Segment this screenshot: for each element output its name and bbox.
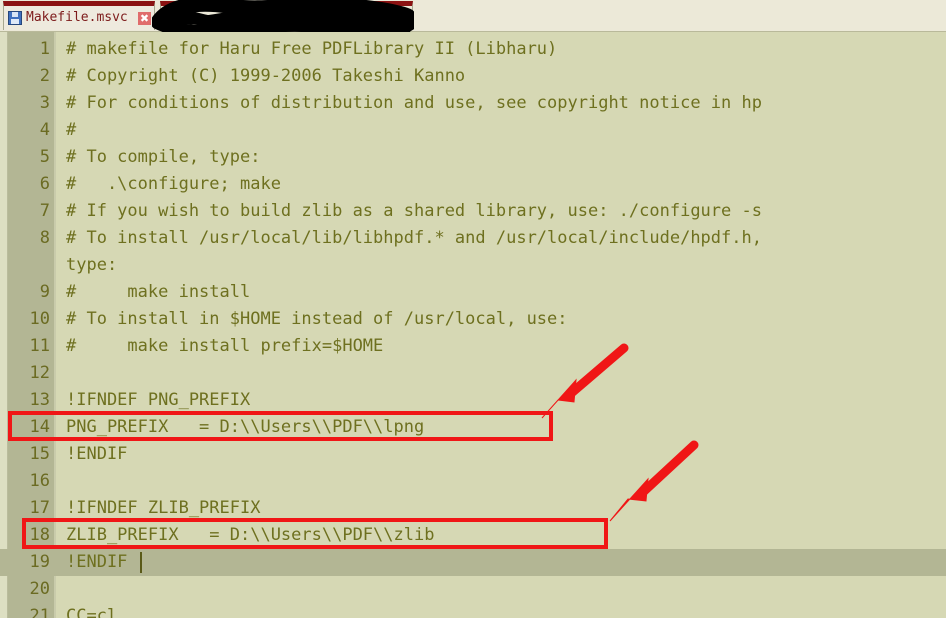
save-floppy-icon	[165, 11, 179, 25]
code-line-row[interactable]: 10 # To install in $HOME instead of /usr…	[0, 306, 946, 333]
code-line-row[interactable]: 9 # make install	[0, 279, 946, 306]
code-line-row[interactable]: 7 # If you wish to build zlib as a share…	[0, 198, 946, 225]
code-text: !ENDIF	[66, 552, 128, 572]
editor-pane[interactable]: 1 # makefile for Haru Free PDFLibrary II…	[0, 32, 946, 618]
code-text: # make install prefix=$HOME	[66, 336, 384, 356]
code-text: ZLIB_PREFIX = D:\\Users\\PDF\\zlib	[66, 525, 435, 545]
code-text: # Copyright (C) 1999-2006 Takeshi Kanno	[66, 66, 466, 86]
line-number: 18	[29, 525, 50, 545]
line-number: 13	[29, 390, 50, 410]
code-line-row[interactable]: 17 !IFNDEF ZLIB_PREFIX	[0, 495, 946, 522]
code-text: PNG_PREFIX = D:\\Users\\PDF\\lpng	[66, 417, 425, 437]
code-text: !IFNDEF PNG_PREFIX	[66, 390, 251, 410]
code-text: # To install /usr/local/lib/libhpdf.* an…	[66, 228, 762, 248]
line-number: 20	[29, 579, 50, 599]
code-line-row[interactable]: 3 # For conditions of distribution and u…	[0, 90, 946, 117]
code-text: # make install	[66, 282, 251, 302]
line-number: 8	[39, 228, 50, 248]
code-text: !ENDIF	[66, 444, 128, 464]
line-number: 1	[39, 39, 50, 59]
code-line-row[interactable]: 8 # To install /usr/local/lib/libhpdf.* …	[0, 225, 946, 252]
line-number	[8, 252, 50, 279]
code-editor-window: Makefile.msvc ✖ ✖ 1 # makefile for Haru	[0, 0, 946, 618]
code-line-row[interactable]: 2 # Copyright (C) 1999-2006 Takeshi Kann…	[0, 63, 946, 90]
line-number: 15	[29, 444, 50, 464]
line-number: 9	[39, 282, 50, 302]
code-line-row[interactable]: 12	[0, 360, 946, 387]
line-number: 7	[39, 201, 50, 221]
code-line-row[interactable]: 1 # makefile for Haru Free PDFLibrary II…	[0, 36, 946, 63]
code-text: # makefile for Haru Free PDFLibrary II (…	[66, 39, 558, 59]
line-number: 4	[39, 120, 50, 140]
code-line-row[interactable]: 4 #	[0, 117, 946, 144]
code-line-row-wrapped[interactable]: type:	[0, 252, 946, 279]
code-line-row[interactable]: 11 # make install prefix=$HOME	[0, 333, 946, 360]
line-number: 14	[29, 417, 50, 437]
code-text: !IFNDEF ZLIB_PREFIX	[66, 498, 261, 518]
line-number: 2	[39, 66, 50, 86]
text-cursor	[140, 552, 142, 573]
tab-label: Makefile.msvc	[26, 11, 128, 25]
close-icon[interactable]: ✖	[138, 11, 151, 25]
code-text: # For conditions of distribution and use…	[66, 93, 762, 113]
line-number: 3	[39, 93, 50, 113]
code-line-row[interactable]: 20	[0, 576, 946, 603]
code-line-row[interactable]: 21 CC=cl	[0, 603, 946, 618]
code-line-row[interactable]: 5 # To compile, type:	[0, 144, 946, 171]
line-number: 16	[29, 471, 50, 491]
line-number: 11	[29, 336, 50, 356]
code-text: # If you wish to build zlib as a shared …	[66, 201, 762, 221]
line-number: 12	[29, 363, 50, 383]
code-text: type:	[66, 255, 118, 275]
line-number: 19	[29, 552, 50, 572]
line-number: 21	[29, 606, 50, 618]
code-line-row[interactable]: 13 !IFNDEF PNG_PREFIX	[0, 387, 946, 414]
code-line-row-zlib-prefix[interactable]: 18 ZLIB_PREFIX = D:\\Users\\PDF\\zlib	[0, 522, 946, 549]
code-text: # To install in $HOME instead of /usr/lo…	[66, 309, 568, 329]
code-text: # To compile, type:	[66, 147, 261, 167]
code-text: CC=cl	[66, 606, 118, 618]
tab-bar: Makefile.msvc ✖ ✖	[0, 0, 946, 36]
code-line-row[interactable]: 16	[0, 468, 946, 495]
tab-makefile-msvc[interactable]: Makefile.msvc ✖	[3, 1, 155, 30]
code-line-row[interactable]: 15 !ENDIF	[0, 441, 946, 468]
code-line-row-png-prefix[interactable]: 14 PNG_PREFIX = D:\\Users\\PDF\\lpng	[0, 414, 946, 441]
line-number: 17	[29, 498, 50, 518]
line-number: 10	[29, 309, 50, 329]
tab-redacted[interactable]: ✖	[160, 1, 413, 30]
code-text: #	[66, 120, 77, 140]
code-line-row[interactable]: 6 # .\configure; make	[0, 171, 946, 198]
line-number: 5	[39, 147, 50, 167]
code-line-row-current[interactable]: 19 !ENDIF	[0, 549, 946, 576]
close-icon[interactable]: ✖	[396, 11, 409, 25]
line-number: 6	[39, 174, 50, 194]
code-text: # .\configure; make	[66, 174, 281, 194]
save-floppy-icon	[8, 11, 22, 25]
